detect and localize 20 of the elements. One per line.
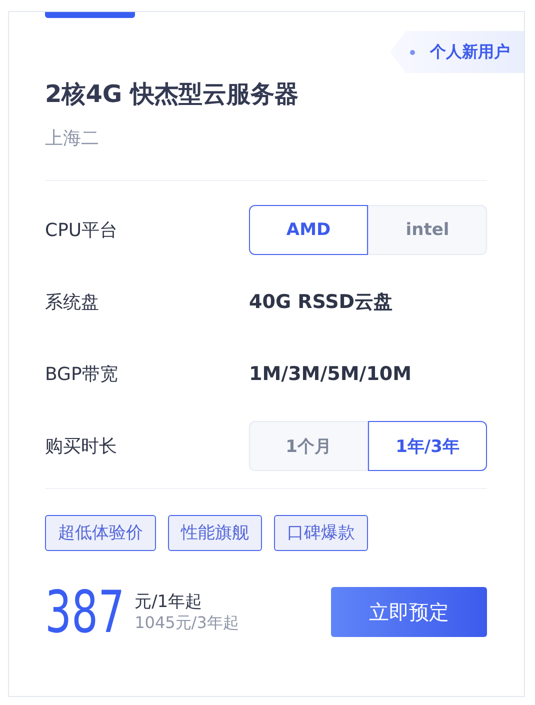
reserve-button[interactable]: 立即预定 <box>331 587 487 637</box>
feature-tag: 性能旗舰 <box>168 515 262 551</box>
option-button[interactable]: 1年/3年 <box>368 421 487 471</box>
region-label: 上海二 <box>45 127 100 151</box>
spec-value: 1M/3M/5M/10M <box>249 363 412 385</box>
spec-label: 购买时长 <box>45 435 118 458</box>
spec-label: BGP带宽 <box>45 363 119 386</box>
feature-tag: 超低体验价 <box>45 515 156 551</box>
new-user-badge: 个人新用户 <box>390 31 524 73</box>
feature-tag: 口碑爆款 <box>274 515 368 551</box>
option-button[interactable]: AMD <box>249 205 368 255</box>
price-amount: 387 <box>45 583 125 641</box>
product-title: 2核4G 快杰型云服务器 <box>45 79 300 110</box>
spec-label: CPU平台 <box>45 219 119 242</box>
spec-label: 系统盘 <box>45 291 100 314</box>
option-button[interactable]: intel <box>368 205 487 255</box>
spec-value: 40G RSSD云盘 <box>249 290 393 315</box>
option-button[interactable]: 1个月 <box>249 421 368 471</box>
alt-price: 1045元/3年起 <box>134 613 239 633</box>
price-unit: 元/1年起 <box>134 591 204 613</box>
